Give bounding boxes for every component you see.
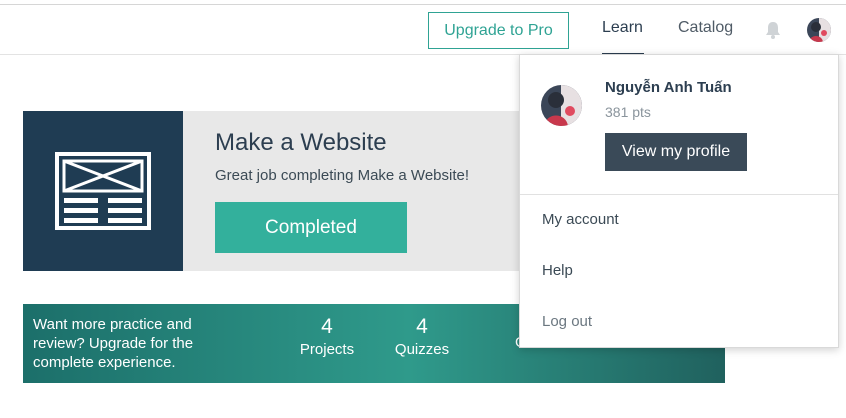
profile-name: Nguyễn Anh Tuấn	[605, 79, 732, 96]
menu-item-help[interactable]: Help	[542, 262, 573, 279]
profile-dropdown: Nguyễn Anh Tuấn 381 pts View my profile …	[519, 54, 839, 348]
dropdown-divider	[520, 194, 838, 195]
quizzes-label: Quizzes	[394, 341, 450, 358]
nav-catalog-link[interactable]: Catalog	[678, 19, 733, 37]
view-profile-button[interactable]: View my profile	[605, 133, 747, 171]
user-avatar[interactable]	[807, 18, 831, 42]
nav-learn-link[interactable]: Learn	[602, 19, 643, 37]
banner-text: Want more practice and review? Upgrade f…	[33, 316, 194, 371]
top-nav: Upgrade to Pro Learn Catalog	[0, 5, 846, 56]
upgrade-to-pro-button[interactable]: Upgrade to Pro	[428, 12, 569, 49]
projects-stat: 4 Projects	[299, 314, 355, 360]
menu-item-my-account[interactable]: My account	[542, 211, 619, 228]
course-title: Make a Website	[215, 129, 387, 156]
projects-count: 4	[321, 315, 333, 338]
website-layout-icon	[23, 111, 183, 271]
quizzes-count: 4	[416, 315, 428, 338]
course-subtitle: Great job completing Make a Website!	[215, 167, 470, 184]
profile-points: 381 pts	[605, 104, 651, 120]
completed-button[interactable]: Completed	[215, 202, 407, 253]
projects-label: Projects	[299, 341, 355, 358]
menu-item-log-out[interactable]: Log out	[542, 313, 592, 330]
bell-icon[interactable]	[764, 20, 782, 40]
quizzes-stat: 4 Quizzes	[393, 314, 451, 360]
profile-avatar	[541, 85, 582, 126]
